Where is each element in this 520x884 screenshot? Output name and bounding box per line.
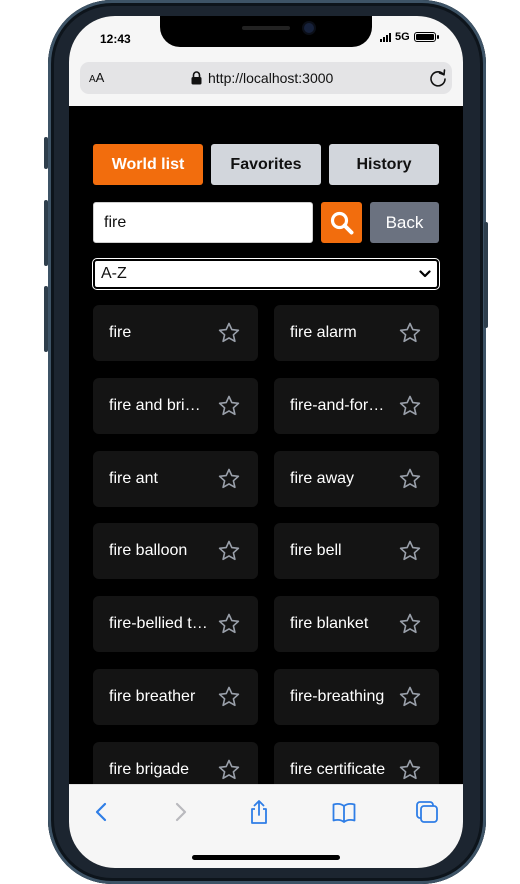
side-button-volume-down [44,286,48,352]
tab-favorites[interactable]: Favorites [211,144,321,185]
word-card[interactable]: fire breather [93,669,258,725]
star-icon[interactable] [217,758,241,782]
back-arrow-icon[interactable] [89,799,115,825]
status-indicators: 5G [380,31,439,43]
reload-icon[interactable] [428,68,448,88]
signal-icon [380,32,391,42]
address-bar[interactable]: AA http://localhost:3000 [80,62,452,94]
url-display[interactable]: http://localhost:3000 [191,70,333,86]
lock-icon [191,71,202,85]
word-label: fire breather [109,688,196,705]
reader-aa-button[interactable]: AA [89,70,104,85]
word-label: fire certificate [290,760,386,778]
word-label: fire-bellied toad [109,615,209,633]
tabs-icon[interactable] [414,799,440,825]
star-icon[interactable] [217,539,241,563]
phone-screen: 12:43 5G AA http://localhost:3000 World … [69,16,463,868]
word-card[interactable]: fire and brimstone [93,377,258,434]
star-icon[interactable] [398,758,422,782]
star-icon[interactable] [398,539,422,563]
word-label: fire bell [290,542,342,560]
star-icon[interactable] [398,467,422,491]
star-icon[interactable] [217,612,241,636]
word-label: fire ant [109,469,158,487]
search-button[interactable] [321,202,362,243]
forward-arrow-icon[interactable] [167,799,193,825]
bookmarks-icon[interactable] [331,799,357,825]
star-icon[interactable] [217,467,241,491]
browser-address-area: AA http://localhost:3000 [69,62,463,106]
word-label: fire blanket [290,615,369,633]
battery-icon [413,32,439,42]
word-label: fire-and-forget [290,396,390,414]
side-button-volume-up [44,200,48,266]
side-button-silent [44,137,48,169]
camera-icon [304,23,314,33]
word-card[interactable]: fire bell [274,523,439,580]
sort-select[interactable]: A-Z [92,258,440,290]
status-time: 12:43 [100,32,131,46]
star-icon[interactable] [398,394,422,418]
word-card[interactable]: fire blanket [274,596,439,653]
app-panel: World list Favorites History Back A-Z fi… [69,106,463,798]
tab-history[interactable]: History [329,144,439,185]
speaker-grille [242,26,290,30]
word-label: fire [109,324,132,341]
chevron-down-icon [419,270,431,278]
star-icon[interactable] [398,612,422,636]
side-button-power [484,222,488,328]
word-card[interactable]: fire alarm [274,305,439,361]
word-label: fire alarm [290,324,357,341]
status-bar: 12:43 5G [69,16,463,62]
word-card[interactable]: fire [93,305,258,361]
word-label: fire brigade [109,760,190,778]
star-icon[interactable] [398,685,422,709]
search-icon [330,211,353,234]
tab-row: World list Favorites History [93,144,439,185]
url-text: http://localhost:3000 [208,70,334,86]
sort-selected-value: A-Z [101,265,127,282]
search-input[interactable] [93,202,313,243]
home-indicator [192,855,340,860]
notch [160,16,372,47]
word-card[interactable]: fire ant [93,450,258,507]
star-icon[interactable] [398,321,422,345]
star-icon[interactable] [217,394,241,418]
word-card[interactable]: fire balloon [93,523,258,580]
star-icon[interactable] [217,321,241,345]
word-card[interactable]: fire-bellied toad [93,596,258,653]
word-card[interactable]: fire away [274,450,439,507]
browser-toolbar [69,784,463,868]
word-label: fire and brimstone [109,396,209,414]
network-label: 5G [395,31,410,43]
tab-world-list[interactable]: World list [93,144,203,185]
word-label: fire-breathing [290,688,385,705]
word-card[interactable]: fire-breathing [274,669,439,725]
word-label: fire away [290,469,355,487]
word-card[interactable]: fire-and-forget [274,377,439,434]
share-icon[interactable] [246,799,272,825]
star-icon[interactable] [217,685,241,709]
word-label: fire balloon [109,542,188,560]
back-button[interactable]: Back [370,202,439,243]
